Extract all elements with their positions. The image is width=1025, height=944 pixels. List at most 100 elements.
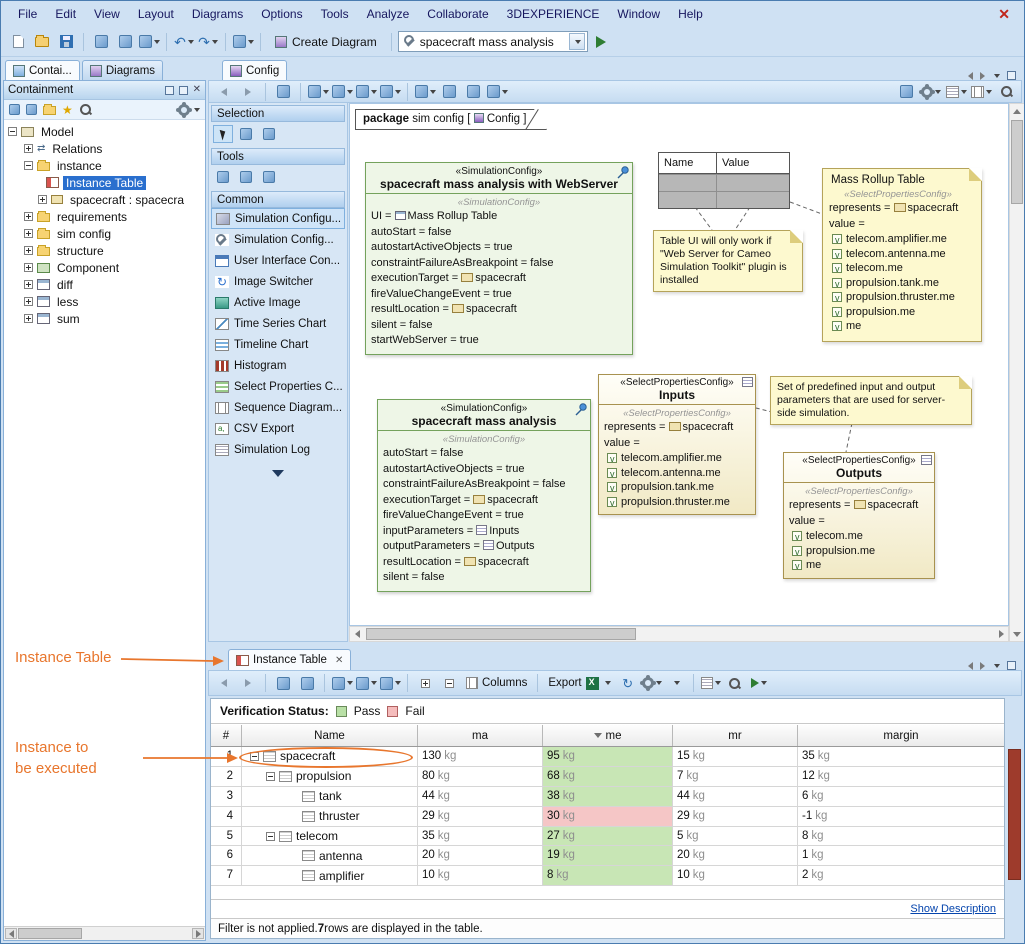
separator-tool[interactable] (236, 168, 256, 186)
value-property[interactable]: telecom.me (789, 529, 929, 544)
forward-icon[interactable] (237, 81, 259, 103)
menu-collaborate[interactable]: Collaborate (418, 5, 497, 23)
gear-dropdown-icon[interactable] (194, 108, 200, 112)
menu-help[interactable]: Help (669, 5, 712, 23)
scroll-thumb[interactable] (366, 628, 636, 640)
gear-icon[interactable] (920, 81, 942, 103)
value-property[interactable]: telecom.antenna.me (829, 247, 967, 262)
save-icon[interactable] (55, 31, 77, 53)
show-in-containment-icon[interactable] (272, 672, 294, 694)
mass-rollup-note[interactable]: Mass Rollup Table «SelectPropertiesConfi… (822, 168, 982, 342)
next-tab-icon[interactable] (980, 72, 985, 80)
minimize-panel-icon[interactable] (165, 86, 174, 95)
column-header-mr[interactable]: mr (673, 725, 798, 746)
more-options-dropdown-icon[interactable] (665, 672, 687, 694)
validation-icon[interactable] (895, 81, 917, 103)
tree-item-instance-table[interactable]: Instance Table (4, 174, 205, 191)
redo-icon[interactable]: ↷ (197, 31, 219, 53)
outputs-node[interactable]: «SelectPropertiesConfig» Outputs «Select… (783, 452, 935, 579)
collapse-icon[interactable] (266, 772, 275, 781)
table-scrollbar[interactable] (1008, 749, 1021, 880)
validation-icon[interactable] (296, 672, 318, 694)
menu-layout[interactable]: Layout (129, 5, 183, 23)
paste-icon[interactable] (462, 81, 484, 103)
palette-item-simulation-config[interactable]: Simulation Config... (211, 229, 345, 250)
parameters-note[interactable]: Set of predefined input and output param… (770, 376, 972, 425)
gear-icon[interactable] (641, 672, 663, 694)
config-property[interactable]: fireValueChangeEvent = true (371, 287, 627, 303)
menu-view[interactable]: View (85, 5, 129, 23)
pin-icon[interactable] (616, 165, 630, 179)
table-row-telecom[interactable]: 5 telecom 35kg 27kg 5kg 8kg (211, 827, 1004, 847)
export-button[interactable]: Export (544, 677, 614, 690)
palette-item-simulation-log[interactable]: Simulation Log (211, 439, 345, 460)
tab-list-dropdown-icon[interactable] (994, 664, 1000, 668)
config-property[interactable]: constraintFailureAsBreakpoint = false (383, 477, 585, 493)
lasso-tool[interactable] (259, 125, 279, 143)
value-property[interactable]: telecom.antenna.me (604, 466, 750, 481)
dependency-icon[interactable] (331, 81, 353, 103)
menu-edit[interactable]: Edit (46, 5, 85, 23)
value-property[interactable]: propulsion.me (789, 544, 929, 559)
value-property[interactable]: me (829, 319, 967, 334)
config-property[interactable]: executionTarget = spacecraft (383, 493, 585, 509)
config-property[interactable]: value = (829, 217, 967, 233)
tab-config[interactable]: Config (222, 60, 287, 80)
print-preview-icon[interactable] (114, 31, 136, 53)
diagram-canvas[interactable]: package sim config [ Config ] «Simulatio… (349, 103, 1009, 626)
tab-diagrams[interactable]: Diagrams (82, 60, 163, 80)
palette-item-histogram[interactable]: Histogram (211, 355, 345, 376)
pin-icon[interactable] (574, 402, 588, 416)
shape-tool-icon[interactable] (379, 81, 401, 103)
search-icon[interactable] (79, 103, 92, 116)
run-configuration-dropdown[interactable] (569, 33, 585, 50)
print-icon[interactable] (90, 31, 112, 53)
run-icon[interactable] (748, 672, 770, 694)
config-property[interactable]: value = (789, 514, 929, 530)
menu-file[interactable]: File (9, 5, 46, 23)
config-property[interactable]: UI = Mass Rollup Table (371, 209, 627, 225)
menu-3dexperience[interactable]: 3DEXPERIENCE (498, 5, 609, 23)
palette-section-common[interactable]: Common (211, 191, 345, 208)
palette-section-selection[interactable]: Selection (211, 105, 345, 122)
expand-icon[interactable] (24, 246, 33, 255)
horizontal-scrollbar[interactable] (349, 626, 1009, 642)
config-property[interactable]: silent = false (371, 318, 627, 334)
note-tool-icon[interactable] (355, 81, 377, 103)
star-icon[interactable]: ★ (62, 104, 73, 116)
maximize-panel-icon[interactable] (1007, 661, 1016, 670)
expand-icon[interactable] (24, 229, 33, 238)
menu-diagrams[interactable]: Diagrams (183, 5, 252, 23)
column-header-ma[interactable]: ma (418, 725, 543, 746)
config-property[interactable]: executionTarget = spacecraft (371, 271, 627, 287)
undo-icon[interactable]: ↶ (173, 31, 195, 53)
config-property[interactable]: inputParameters = Inputs (383, 524, 585, 540)
table-row-propulsion[interactable]: 2 propulsion 80kg 68kg 7kg 12kg (211, 767, 1004, 787)
pin-panel-icon[interactable] (179, 86, 188, 95)
tree-item-less[interactable]: less (4, 293, 205, 310)
simconfig-main-node[interactable]: «SimulationConfig» spacecraft mass analy… (377, 399, 591, 592)
tree-item-requirements[interactable]: requirements (4, 208, 205, 225)
collapse-all-icon[interactable] (438, 672, 460, 694)
back-icon[interactable] (213, 672, 235, 694)
tab-containment[interactable]: Contai... (5, 60, 80, 80)
open-project-icon[interactable] (31, 31, 53, 53)
constraint-tool[interactable] (259, 168, 279, 186)
config-property[interactable]: autoStart = false (371, 225, 627, 241)
palette-more-button[interactable] (209, 460, 347, 480)
list-options-icon[interactable] (970, 81, 992, 103)
expand-icon[interactable] (24, 297, 33, 306)
config-property[interactable]: resultLocation = spacecraft (371, 302, 627, 318)
table-row-tank[interactable]: 3 tank 44kg 38kg 44kg 6kg (211, 787, 1004, 807)
config-property[interactable]: represents = spacecraft (789, 498, 929, 514)
swimlanes-icon[interactable] (307, 81, 329, 103)
tab-instance-table[interactable]: Instance Table ✕ (228, 649, 351, 670)
back-icon[interactable] (213, 81, 235, 103)
layout-icon[interactable] (414, 81, 436, 103)
value-property[interactable]: propulsion.tank.me (604, 480, 750, 495)
config-property[interactable]: resultLocation = spacecraft (383, 555, 585, 571)
value-property[interactable]: propulsion.thruster.me (604, 495, 750, 510)
tree-item-structure[interactable]: structure (4, 242, 205, 259)
palette-item-timeline-chart[interactable]: Timeline Chart (211, 334, 345, 355)
value-property[interactable]: telecom.me (829, 261, 967, 276)
